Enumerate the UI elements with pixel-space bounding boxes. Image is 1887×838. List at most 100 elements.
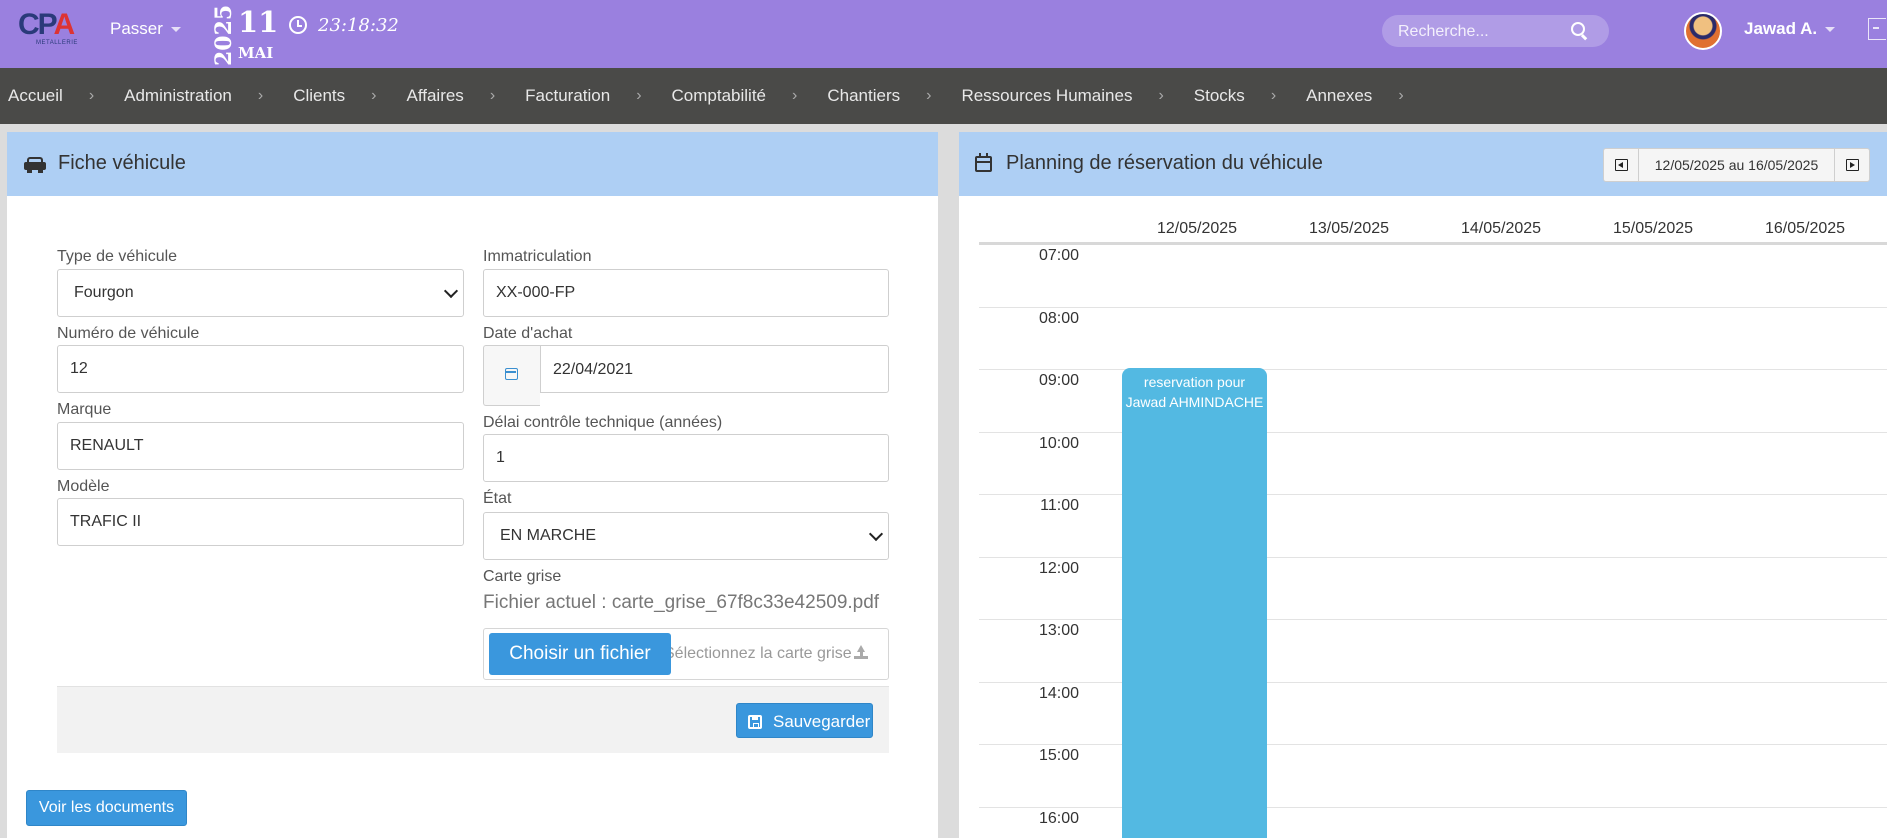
numero-label: Numéro de véhicule <box>57 325 200 342</box>
nav-item-annexes[interactable]: Annexes › <box>1298 86 1426 106</box>
modele-label: Modèle <box>57 478 110 495</box>
save-button[interactable]: Sauvegarder <box>736 703 873 738</box>
hour-gridline <box>979 369 1887 370</box>
chevron-right-icon: › <box>1270 87 1277 104</box>
previous-week-button[interactable] <box>1604 149 1639 181</box>
username: Jawad A. <box>1744 19 1818 38</box>
logo-subtitle: METALLERIE <box>36 40 78 46</box>
hour-gridline <box>979 494 1887 495</box>
vehicle-type-select[interactable]: Fourgon <box>57 269 464 317</box>
file-upload[interactable]: Sélectionnez la carte grise Choisir un f… <box>483 628 889 680</box>
vehicle-number-field[interactable]: 12 <box>57 345 464 393</box>
nav-item-accueil[interactable]: Accueil › <box>0 86 116 106</box>
calendar-icon <box>505 368 518 380</box>
hour-gridline <box>979 306 1887 308</box>
type-label: Type de véhicule <box>57 248 178 265</box>
date-picker-button[interactable] <box>483 345 540 406</box>
registration-field[interactable]: XX-000-FP <box>483 269 889 317</box>
search-box <box>1382 15 1609 49</box>
car-icon <box>24 157 46 173</box>
vehicle-type-value: Fourgon <box>74 284 134 301</box>
sidebar-toggle-icon[interactable] <box>1868 18 1886 40</box>
search-icon[interactable] <box>1571 22 1585 36</box>
upload-icon <box>854 645 868 659</box>
nav-item-comptabilite[interactable]: Comptabilité › <box>664 86 820 106</box>
passer-dropdown[interactable]: Passer <box>110 19 181 39</box>
user-menu[interactable]: Jawad A. <box>1744 19 1836 39</box>
week-range: 12/05/2025 au 16/05/2025 <box>1654 157 1819 173</box>
chevron-right-icon: › <box>1398 87 1404 104</box>
hour-label: 12:00 <box>1038 559 1079 577</box>
state-select[interactable]: EN MARCHE <box>483 512 889 560</box>
hour-label: 07:00 <box>1038 247 1079 264</box>
save-label: Sauvegarder <box>773 712 871 731</box>
chevron-right-icon: › <box>1158 87 1164 104</box>
hour-gridline <box>979 619 1887 620</box>
nav-item-administration[interactable]: Administration › <box>116 86 285 106</box>
vehicle-panel-header: Fiche véhicule <box>7 132 938 196</box>
hour-label: 11:00 <box>1040 497 1079 514</box>
current-file-text: Fichier actuel : carte_grise_67f8c33e425… <box>483 592 880 613</box>
file-hint: Sélectionnez la carte grise <box>664 645 852 662</box>
date-month: MAI <box>238 44 274 62</box>
chevron-right-icon: › <box>489 87 496 104</box>
nav-item-chantiers[interactable]: Chantiers › <box>819 86 953 106</box>
chevron-right-icon: › <box>792 87 798 104</box>
logo-main: CP <box>18 8 55 41</box>
hour-gridline <box>979 681 1887 683</box>
nav-item-stocks[interactable]: Stocks › <box>1186 86 1298 106</box>
passer-label: Passer <box>110 19 163 38</box>
event-text-line1: reservation pour <box>1143 374 1246 390</box>
header-divider <box>979 242 1887 245</box>
chevron-right-icon: › <box>371 87 377 104</box>
date-achat-label: Date d'achat <box>483 325 573 342</box>
day-header: 15/05/2025 <box>1612 220 1694 237</box>
chevron-down-icon <box>443 283 459 299</box>
current-time: 23:18:32 <box>318 15 399 36</box>
hour-gridline <box>979 744 1887 745</box>
brand-field[interactable]: RENAULT <box>57 422 464 470</box>
model-field[interactable]: TRAFIC II <box>57 498 464 546</box>
day-header: 16/05/2025 <box>1764 220 1846 237</box>
choose-file-button[interactable]: Choisir un fichier <box>489 633 671 675</box>
hour-label: 16:00 <box>1038 809 1079 827</box>
hour-gridline <box>979 556 1887 558</box>
nav-item-facturation[interactable]: Facturation › <box>517 86 663 106</box>
planning-title: Planning de réservation du véhicule <box>1006 152 1323 174</box>
reservation-event[interactable]: reservation pour Jawad AHMINDACHE <box>1122 368 1267 838</box>
nav-item-clients[interactable]: Clients › <box>285 86 398 106</box>
next-week-button[interactable] <box>1834 149 1869 181</box>
nav-item-affaires[interactable]: Affaires › <box>398 86 517 106</box>
inspection-delay-field[interactable]: 1 <box>483 434 889 482</box>
hour-label: 15:00 <box>1038 747 1079 764</box>
clock-icon <box>289 16 307 34</box>
company-logo[interactable]: CPA METALLERIE <box>18 8 78 50</box>
immat-label: Immatriculation <box>483 248 592 265</box>
purchase-date-field[interactable]: 22/04/2021 <box>540 345 889 393</box>
nav-item-ressources-humaines[interactable]: Ressources Humaines › <box>953 86 1185 106</box>
search-input[interactable] <box>1396 15 1570 49</box>
chevron-down-icon <box>170 27 181 33</box>
view-documents-button[interactable]: Voir les documents <box>26 790 187 826</box>
planning-panel: Planning de réservation du véhicule 12/0… <box>959 132 1887 838</box>
day-header: 12/05/2025 <box>1156 220 1238 237</box>
delai-label: Délai contrôle technique (années) <box>483 414 723 431</box>
save-icon <box>748 715 762 729</box>
chevron-down-icon <box>1825 27 1836 33</box>
avatar[interactable] <box>1684 12 1722 50</box>
hour-label: 08:00 <box>1038 309 1079 327</box>
hour-label: 14:00 <box>1038 684 1079 702</box>
caret-left-icon <box>1615 159 1628 171</box>
day-header: 14/05/2025 <box>1460 220 1542 237</box>
chevron-down-icon <box>868 526 884 542</box>
hour-gridline <box>979 806 1887 808</box>
hour-label: 09:00 <box>1038 372 1079 389</box>
caret-right-icon <box>1846 159 1859 171</box>
week-navigator: 12/05/2025 au 16/05/2025 <box>1603 148 1870 182</box>
day-header: 13/05/2025 <box>1308 220 1390 237</box>
chevron-right-icon: › <box>257 87 264 104</box>
event-text-line2: Jawad AHMINDACHE <box>1125 394 1264 410</box>
marque-label: Marque <box>57 401 112 418</box>
etat-label: État <box>483 490 512 507</box>
panel-title: Fiche véhicule <box>58 152 186 174</box>
